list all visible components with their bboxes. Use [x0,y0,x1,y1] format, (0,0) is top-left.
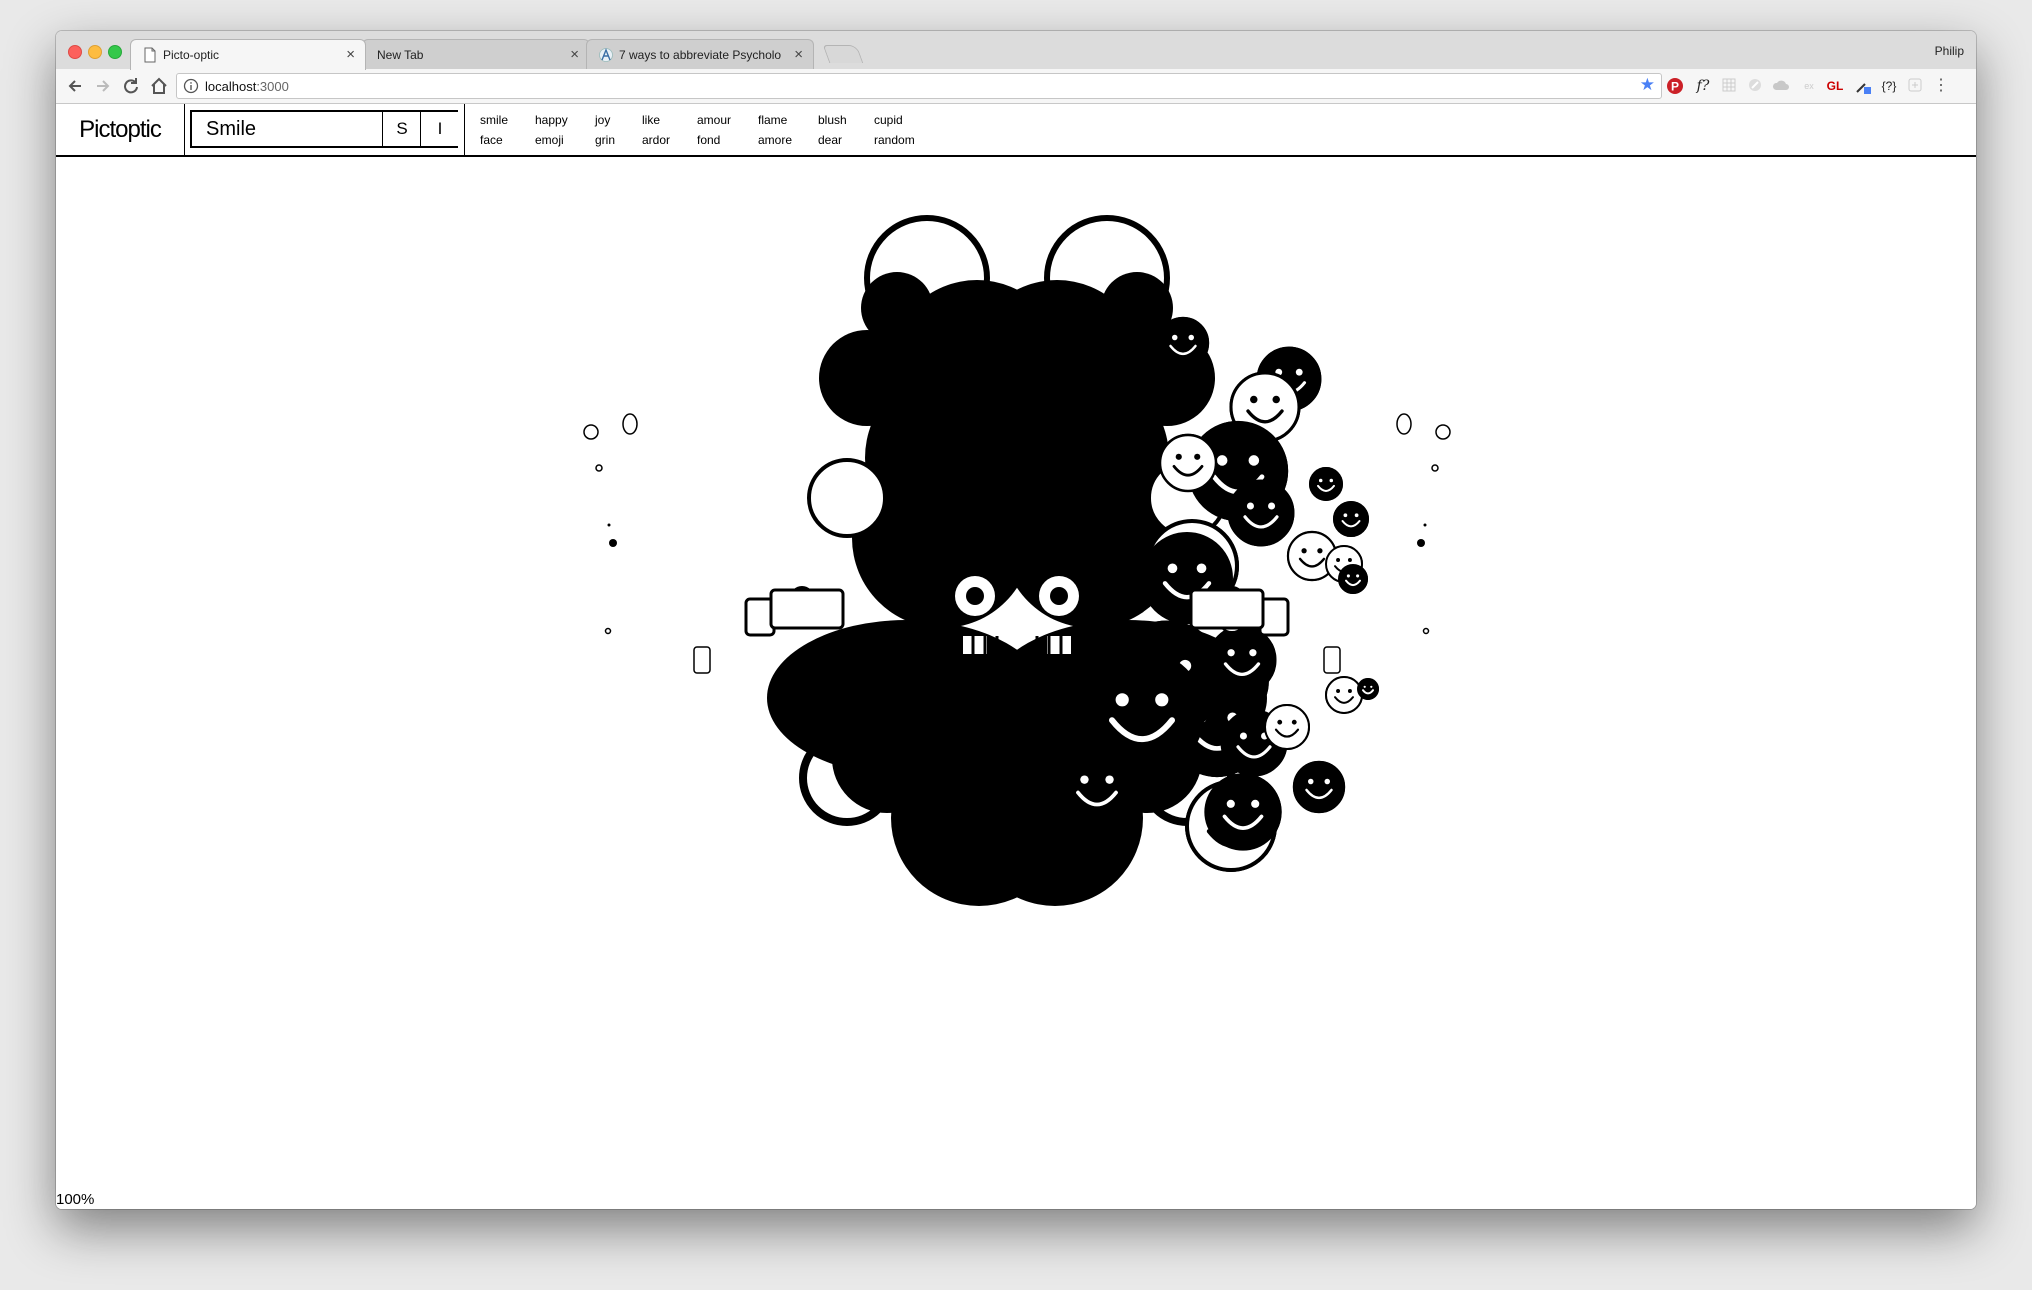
tab-title: 7 ways to abbreviate Psycholo [619,48,782,62]
search-input[interactable] [192,112,396,146]
close-tab-icon[interactable]: × [346,46,355,63]
url-text: localhost:3000 [205,79,289,94]
close-tab-icon[interactable]: × [794,46,803,63]
app-logo[interactable]: Pictoptic [56,104,185,155]
eyedropper-extension-icon[interactable] [1854,77,1872,95]
fontface-extension-icon[interactable]: f? [1694,77,1712,95]
app-header: Pictoptic S I smile happy joy like amour… [56,104,1976,157]
page-content: Pictoptic S I smile happy joy like amour… [56,104,1976,1209]
keyword-joy[interactable]: joy [595,110,642,130]
site-logo-icon [599,48,613,62]
tab-new-tab[interactable]: New Tab × [362,39,590,69]
tab-title: Picto-optic [163,48,220,62]
profile-name[interactable]: Philip [1935,44,1964,58]
back-icon[interactable] [64,75,86,97]
keyword-cupid[interactable]: cupid [874,110,934,130]
keyword-like[interactable]: like [642,110,697,130]
keyword-grid: smile happy joy like amour flame blush c… [480,110,934,150]
i-button[interactable]: I [420,112,459,146]
keyword-amour[interactable]: amour [697,110,758,130]
grid-extension-icon[interactable] [1720,77,1738,95]
keyword-amore[interactable]: amore [758,130,818,150]
link-extension-icon[interactable] [1746,77,1764,95]
pinterest-icon[interactable]: P [1666,77,1684,95]
ex-extension-icon[interactable]: ex [1800,77,1818,95]
close-window-button[interactable] [68,45,82,59]
gl-extension-icon[interactable]: GL [1826,77,1844,95]
mirrored-emoji-pattern [583,215,1451,906]
svg-text:P: P [1671,80,1679,94]
maximize-window-button[interactable] [108,45,122,59]
browser-window: Picto-optic × New Tab × 7 ways to abbrev… [56,31,1976,1209]
keyword-ardor[interactable]: ardor [642,130,697,150]
menu-kebab-icon[interactable]: ⋮ [1932,77,1950,95]
address-bar[interactable]: localhost:3000 ★ [176,73,1662,99]
browser-toolbar: localhost:3000 ★ P f? ex GL {?} ⋮ [56,69,1976,104]
tab-picto-optic[interactable]: Picto-optic × [130,39,366,70]
home-icon[interactable] [148,75,170,97]
keyword-dear[interactable]: dear [818,130,874,150]
keyword-fond[interactable]: fond [697,130,758,150]
tab-title: New Tab [377,48,424,62]
tab-strip: Picto-optic × New Tab × 7 ways to abbrev… [56,31,1976,70]
header-divider [464,104,465,155]
puzzle-extension-icon[interactable] [1906,77,1924,95]
keyword-emoji[interactable]: emoji [535,130,595,150]
tab-abbreviations[interactable]: 7 ways to abbreviate Psycholo × [586,39,814,69]
page-icon [144,47,156,63]
keyword-face[interactable]: face [480,130,535,150]
s-button[interactable]: S [382,112,421,146]
search-box: S I [190,110,459,148]
kaleidoscope-canvas[interactable] [56,158,1976,1178]
bookmark-star-icon[interactable]: ★ [1640,75,1655,95]
cloud-extension-icon[interactable] [1772,77,1790,95]
right-half-pattern [967,215,1451,906]
json-extension-icon[interactable]: {?} [1878,77,1900,95]
minimize-window-button[interactable] [88,45,102,59]
new-tab-button[interactable] [822,45,864,63]
close-tab-icon[interactable]: × [570,46,579,63]
keyword-happy[interactable]: happy [535,110,595,130]
keyword-smile[interactable]: smile [480,110,535,130]
keyword-blush[interactable]: blush [818,110,874,130]
keyword-flame[interactable]: flame [758,110,818,130]
info-icon[interactable] [183,78,199,94]
forward-icon[interactable] [92,75,114,97]
keyword-random[interactable]: random [874,130,934,150]
reload-icon[interactable] [120,75,142,97]
keyword-grin[interactable]: grin [595,130,642,150]
zoom-level: 100% [56,1191,95,1209]
